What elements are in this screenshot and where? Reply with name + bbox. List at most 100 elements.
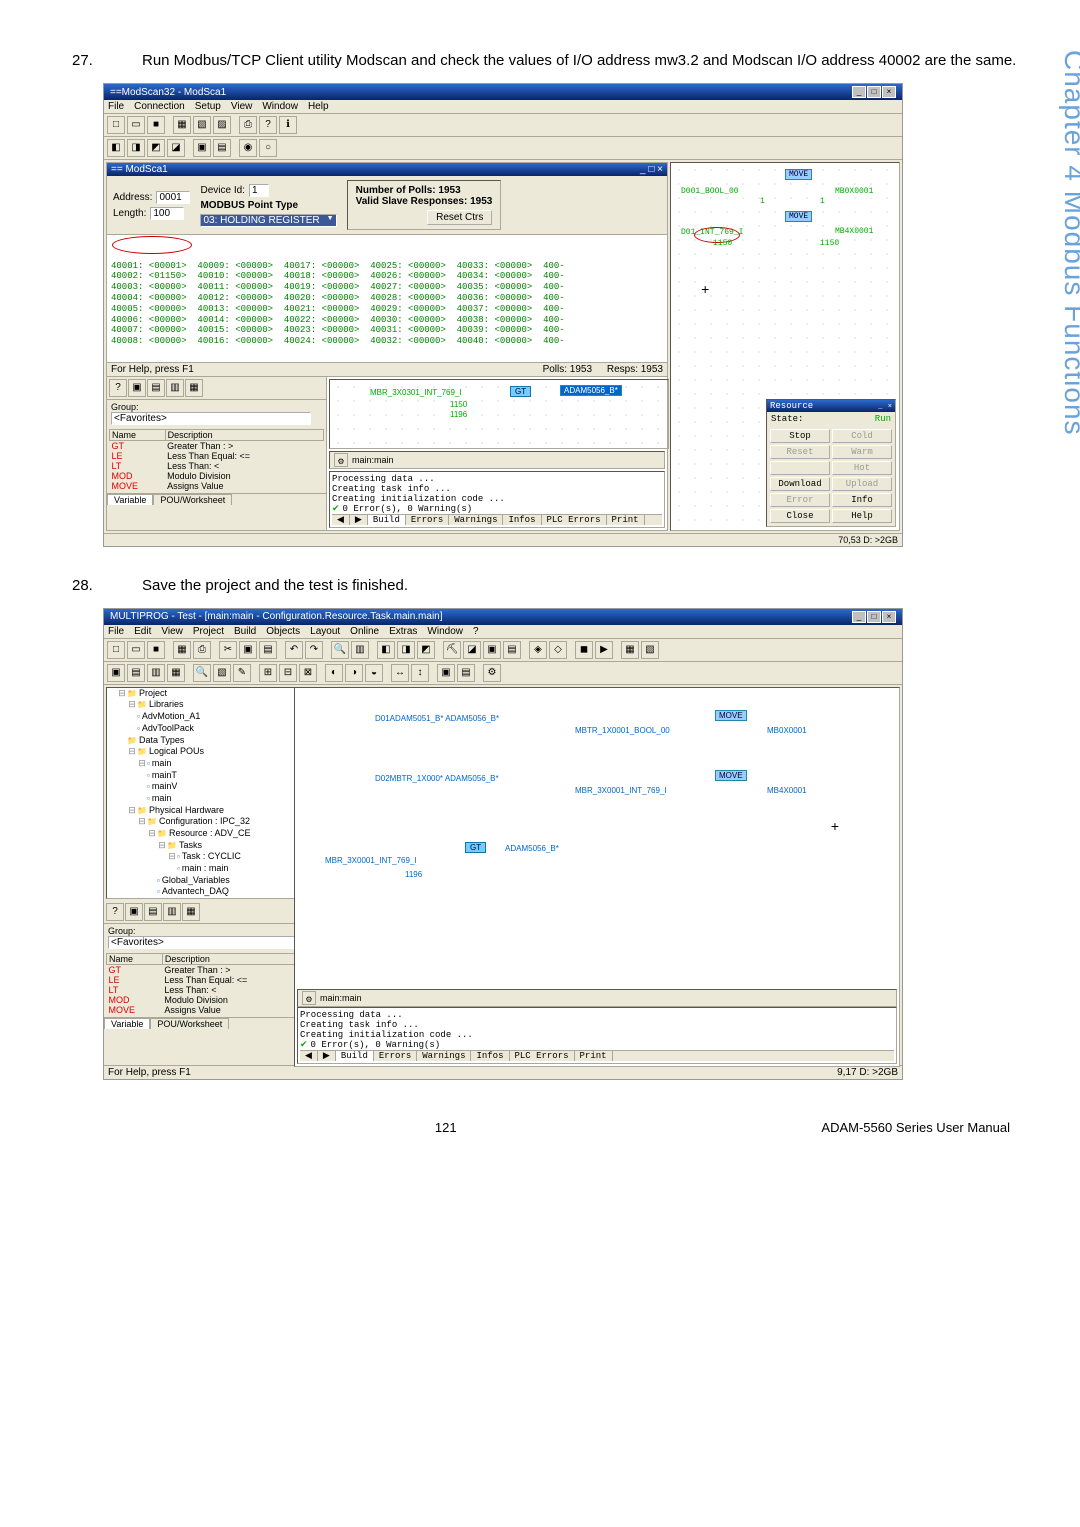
mp-tb2-a-icon[interactable]: ▣ — [107, 664, 125, 682]
mp-menu-extras[interactable]: Extras — [389, 626, 417, 637]
mp-tab-main[interactable]: main:main — [320, 993, 362, 1003]
move-block-1[interactable]: MOVE — [785, 169, 812, 180]
address-input[interactable]: 0001 — [156, 191, 190, 204]
nav-icon-d[interactable]: ▥ — [166, 379, 184, 397]
mp-tb-undo-icon[interactable]: ↶ — [285, 641, 303, 659]
mp-nav-icon-c[interactable]: ▤ — [144, 903, 162, 921]
project-tree[interactable]: ⊟Project ⊟Libraries AdvMotion_A1 AdvTool… — [106, 687, 296, 899]
mp-tb-cut-icon[interactable]: ✂ — [219, 641, 237, 659]
tree-datatypes[interactable]: Data Types — [139, 735, 184, 745]
hot-button[interactable]: Hot — [832, 461, 892, 475]
mp-tb-search-icon[interactable]: 🔍 — [331, 641, 349, 659]
mp-tb-paste-icon[interactable]: ▤ — [259, 641, 277, 659]
output-tab-build[interactable]: Build — [368, 515, 406, 525]
tab-main-main[interactable]: main:main — [352, 455, 394, 465]
output-tab-warnings[interactable]: Warnings — [449, 515, 503, 525]
tree-advmotion[interactable]: AdvMotion_A1 — [142, 711, 201, 721]
tree-global-vars[interactable]: Global_Variables — [162, 875, 230, 885]
mp-main-diagram[interactable]: D01ADAM5051_B* ADAM5056_B* MBTR_1X0001_B… — [294, 687, 900, 1067]
menu-view[interactable]: View — [231, 101, 253, 112]
mp-menu-build[interactable]: Build — [234, 626, 256, 637]
toolbar-new-icon[interactable]: □ — [107, 116, 125, 134]
toolbar-e-icon[interactable]: ◨ — [127, 139, 145, 157]
mp-tab-variable[interactable]: Variable — [104, 1018, 150, 1029]
mp-tb-stop-icon[interactable]: ◼ — [575, 641, 593, 659]
mp-menu-window[interactable]: Window — [427, 626, 463, 637]
download-button[interactable]: Download — [770, 477, 830, 491]
mp-tb-c-icon[interactable]: ◧ — [377, 641, 395, 659]
mp-out-tab-build[interactable]: Build — [336, 1051, 374, 1061]
output-tab-errors[interactable]: Errors — [406, 515, 449, 525]
nav-item-le[interactable]: LE — [110, 451, 166, 461]
mp-tb-l-icon[interactable]: ▧ — [641, 641, 659, 659]
device-id-input[interactable]: 1 — [249, 184, 269, 197]
tab-variable[interactable]: Variable — [107, 494, 153, 505]
mp-menu-help[interactable]: ? — [473, 626, 479, 637]
tree-resource[interactable]: Resource : ADV_CE — [169, 828, 251, 838]
mp-group-select[interactable]: <Favorites> — [108, 936, 309, 949]
toolbar-icon-c[interactable]: ▨ — [213, 116, 231, 134]
nav-item-lt[interactable]: LT — [110, 461, 166, 471]
mp-tb2-i-icon[interactable]: ⊠ — [299, 664, 317, 682]
mp-tb-a-icon[interactable]: ▦ — [173, 641, 191, 659]
toolbar-icon-b[interactable]: ▧ — [193, 116, 211, 134]
mp-tb2-h-icon[interactable]: ⊟ — [279, 664, 297, 682]
mp-tb-print-icon[interactable]: ⎙ — [193, 641, 211, 659]
mp-tb2-zoom-icon[interactable]: 🔍 — [193, 664, 211, 682]
mp-item-move[interactable]: MOVE — [107, 1005, 163, 1015]
mp-item-le[interactable]: LE — [107, 975, 163, 985]
mp-tb-j-icon[interactable]: ◇ — [549, 641, 567, 659]
mp-menu-online[interactable]: Online — [350, 626, 379, 637]
mp-tb-b-icon[interactable]: ▥ — [351, 641, 369, 659]
toolbar-open-icon[interactable]: ▭ — [127, 116, 145, 134]
minimize-button[interactable]: _ — [852, 86, 866, 98]
menu-connection[interactable]: Connection — [134, 101, 185, 112]
mp-tb2-k-icon[interactable]: ◑ — [345, 664, 363, 682]
error-button[interactable]: Error — [770, 493, 830, 507]
mp-tb-g-icon[interactable]: ▣ — [483, 641, 501, 659]
nav-icon-a[interactable]: ? — [109, 379, 127, 397]
menu-help[interactable]: Help — [308, 101, 329, 112]
mp-tb-h-icon[interactable]: ▤ — [503, 641, 521, 659]
tree-physical-hw[interactable]: Physical Hardware — [149, 805, 224, 815]
mp-menu-file[interactable]: File — [108, 626, 124, 637]
menu-file[interactable]: File — [108, 101, 124, 112]
move-block-2[interactable]: MOVE — [785, 211, 812, 222]
mp-nav-icon-a[interactable]: ? — [106, 903, 124, 921]
mp-tb-k-icon[interactable]: ▦ — [621, 641, 639, 659]
tree-config[interactable]: Configuration : IPC_32 — [159, 816, 250, 826]
gt-block[interactable]: GT — [510, 386, 531, 397]
mp-nav-icon-b[interactable]: ▣ — [125, 903, 143, 921]
toolbar-i-icon[interactable]: ▤ — [213, 139, 231, 157]
mp-item-gt[interactable]: GT — [107, 965, 163, 976]
nav-item-mod[interactable]: MOD — [110, 471, 166, 481]
mp-tb-copy-icon[interactable]: ▣ — [239, 641, 257, 659]
toolbar-f-icon[interactable]: ◩ — [147, 139, 165, 157]
close-button[interactable]: × — [882, 86, 896, 98]
res-close-button[interactable]: × — [888, 403, 892, 411]
toolbar-help-icon[interactable]: ? — [259, 116, 277, 134]
reset-ctrs-button[interactable]: Reset Ctrs — [427, 210, 492, 225]
tree-main-main[interactable]: main : main — [182, 863, 229, 873]
mp-item-mod[interactable]: MOD — [107, 995, 163, 1005]
mp-tb-build-icon[interactable]: ⛏ — [443, 641, 461, 659]
output-tab-infos[interactable]: Infos — [503, 515, 541, 525]
mp-tb2-c-icon[interactable]: ▥ — [147, 664, 165, 682]
tree-main-leaf[interactable]: main — [152, 793, 172, 803]
mp-tb-e-icon[interactable]: ◩ — [417, 641, 435, 659]
length-input[interactable]: 100 — [150, 207, 184, 220]
mp-menu-project[interactable]: Project — [193, 626, 224, 637]
mp-tb2-j-icon[interactable]: ◐ — [325, 664, 343, 682]
point-type-select[interactable]: 03: HOLDING REGISTER — [200, 214, 336, 227]
nav-col-desc[interactable]: Description — [165, 429, 323, 440]
tree-tasks[interactable]: Tasks — [179, 840, 202, 850]
mp-menu-layout[interactable]: Layout — [310, 626, 340, 637]
mp-out-tab-warnings[interactable]: Warnings — [417, 1051, 471, 1061]
mp-close-button[interactable]: × — [882, 611, 896, 623]
tree-advantech-daq[interactable]: Advantech_DAQ — [162, 886, 229, 896]
mp-out-tab-print[interactable]: Print — [575, 1051, 613, 1061]
mp-tb2-p-icon[interactable]: ▤ — [457, 664, 475, 682]
inner-maximize-button[interactable]: □ — [648, 164, 654, 175]
mp-tab-gear-icon[interactable]: ⚙ — [302, 991, 316, 1005]
mp-tb2-g-icon[interactable]: ⊞ — [259, 664, 277, 682]
